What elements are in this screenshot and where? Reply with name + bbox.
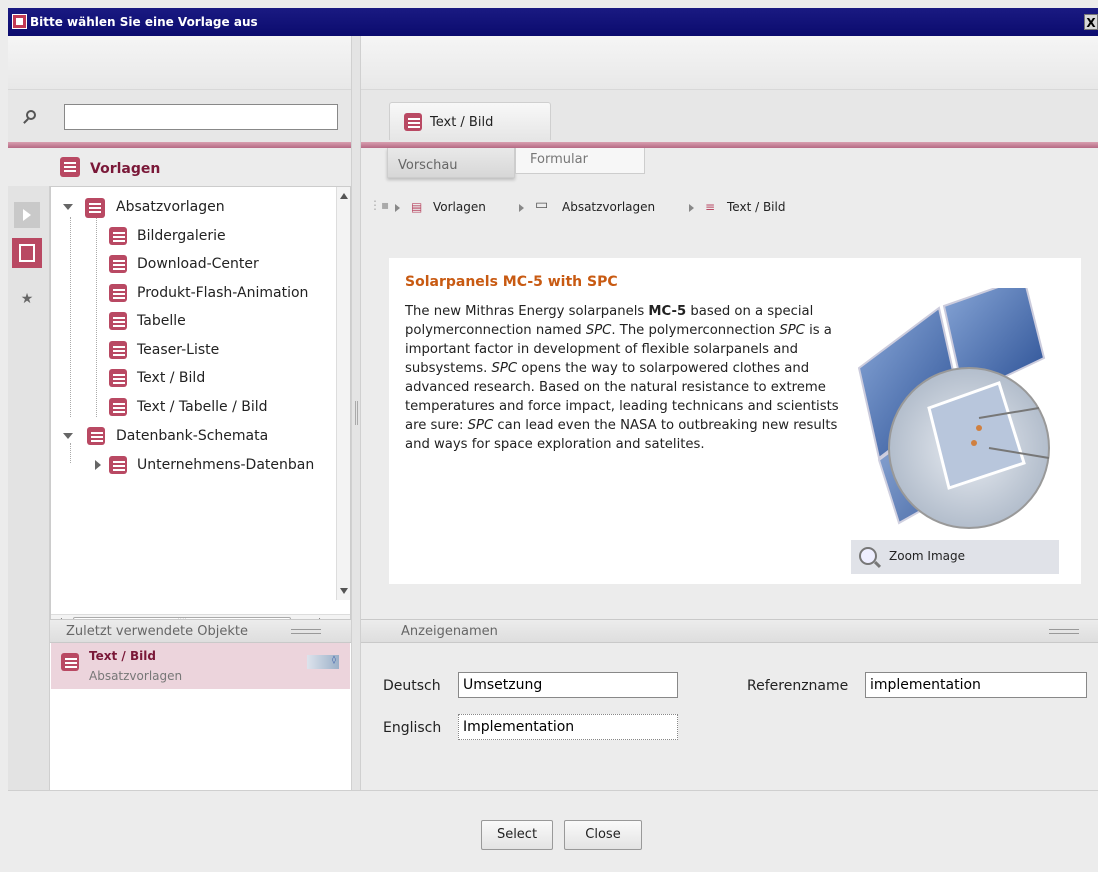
template-icon	[109, 227, 127, 245]
display-names-form: Deutsch Englisch Referenzname	[361, 643, 1098, 790]
right-toolbar	[361, 36, 1098, 90]
tree-root-icon[interactable]: ⋮▪	[369, 198, 389, 212]
search-icon[interactable]	[26, 110, 36, 120]
template-icon	[109, 284, 127, 302]
section-title: Vorlagen	[90, 161, 161, 177]
template-icon	[109, 398, 127, 416]
left-toolbar	[8, 36, 351, 90]
title-bar: Bitte wählen Sie eine Vorlage aus X	[8, 8, 1098, 36]
favorites-star-icon[interactable]: ★	[14, 286, 40, 312]
tree-vertical-scrollbar[interactable]	[336, 187, 350, 600]
tab-text-bild[interactable]: Text / Bild	[389, 102, 551, 140]
recent-objects-list: Text / Bild Absatzvorlagen ◊	[50, 643, 351, 790]
window-title: Bitte wählen Sie eine Vorlage aus	[30, 15, 258, 29]
thumbnail-image: ◊	[307, 655, 339, 669]
template-icon	[404, 113, 422, 131]
collapse-arrow-icon[interactable]	[63, 204, 73, 210]
search-row	[8, 90, 351, 142]
paragraph-icon: ≡	[705, 200, 716, 214]
template-icon	[109, 341, 127, 359]
search-input[interactable]	[64, 104, 338, 130]
breadcrumb-item[interactable]: Absatzvorlagen	[562, 200, 655, 214]
close-window-button[interactable]: X	[1084, 14, 1098, 30]
close-button[interactable]: Close	[564, 820, 642, 850]
subtab-row: Vorschau Formular	[361, 148, 1098, 186]
side-toolbar: ★	[8, 186, 50, 790]
preview-area: ⋮▪ ▤ Vorlagen ▭ Absatzvorlagen ≡ Text / …	[361, 186, 1098, 619]
template-tree: Absatzvorlagen Bildergalerie Download-Ce…	[50, 186, 351, 631]
schema-icon	[87, 427, 105, 445]
template-list-icon[interactable]	[12, 238, 42, 268]
collapse-arrow-icon[interactable]	[63, 433, 73, 439]
deutsch-label: Deutsch	[383, 678, 441, 694]
template-store-icon	[60, 157, 80, 177]
display-names-title: Anzeigenamen	[401, 624, 498, 639]
template-icon	[61, 653, 79, 671]
recent-objects-header: Zuletzt verwendete Objekte	[50, 619, 351, 643]
preview-title: Solarpanels MC-5 with SPC	[405, 274, 618, 290]
scroll-up-icon[interactable]	[340, 193, 348, 199]
expand-arrow-icon[interactable]	[95, 460, 101, 470]
template-icon	[109, 369, 127, 387]
panel-splitter[interactable]	[351, 36, 361, 790]
referenzname-input[interactable]	[865, 672, 1087, 698]
right-panel: Text / Bild Vorschau Formular ⋮▪ ▤ Vorla…	[361, 36, 1098, 790]
preview-text: The new Mithras Energy solarpanels MC-5 …	[405, 304, 839, 452]
scroll-down-icon[interactable]	[340, 588, 348, 594]
zoom-magnifier-icon	[859, 547, 877, 565]
app-icon	[12, 14, 27, 29]
breadcrumb-item[interactable]: Vorlagen	[433, 200, 486, 214]
folder-icon: ▭	[535, 197, 549, 213]
schema-icon	[109, 456, 127, 474]
deutsch-input[interactable]	[458, 672, 678, 698]
vorlagen-header: Vorlagen	[8, 148, 351, 186]
template-icon	[109, 312, 127, 330]
breadcrumb-item[interactable]: Text / Bild	[727, 200, 785, 214]
panel-grip-icon[interactable]	[1049, 629, 1079, 634]
left-panel: Vorlagen ★ Absatzvorlagen Bildergalerie	[8, 36, 351, 790]
dialog-button-bar: Select Close	[8, 790, 1098, 872]
tab-formular[interactable]: Formular	[515, 148, 645, 174]
display-names-header: Anzeigenamen	[361, 619, 1098, 643]
template-icon	[109, 255, 127, 273]
preview-card: Solarpanels MC-5 with SPC The new Mithra…	[389, 258, 1081, 584]
folder-doc-icon	[85, 198, 105, 218]
panel-grip-icon[interactable]	[291, 629, 321, 634]
recent-item[interactable]: Text / Bild Absatzvorlagen ◊	[51, 643, 350, 689]
doc-list-icon: ▤	[411, 200, 423, 214]
expand-arrow-icon[interactable]	[14, 202, 40, 228]
zoom-image-button[interactable]: Zoom Image	[851, 540, 1059, 574]
solarpanel-image	[857, 288, 1050, 529]
select-button[interactable]: Select	[481, 820, 553, 850]
tab-row: Text / Bild	[361, 90, 1098, 142]
recent-objects-title: Zuletzt verwendete Objekte	[66, 624, 249, 639]
tab-vorschau[interactable]: Vorschau	[387, 148, 515, 178]
englisch-input[interactable]	[458, 714, 678, 740]
template-dialog: Bitte wählen Sie eine Vorlage aus X Vorl…	[0, 0, 1098, 872]
referenzname-label: Referenzname	[747, 678, 849, 694]
englisch-label: Englisch	[383, 720, 442, 736]
